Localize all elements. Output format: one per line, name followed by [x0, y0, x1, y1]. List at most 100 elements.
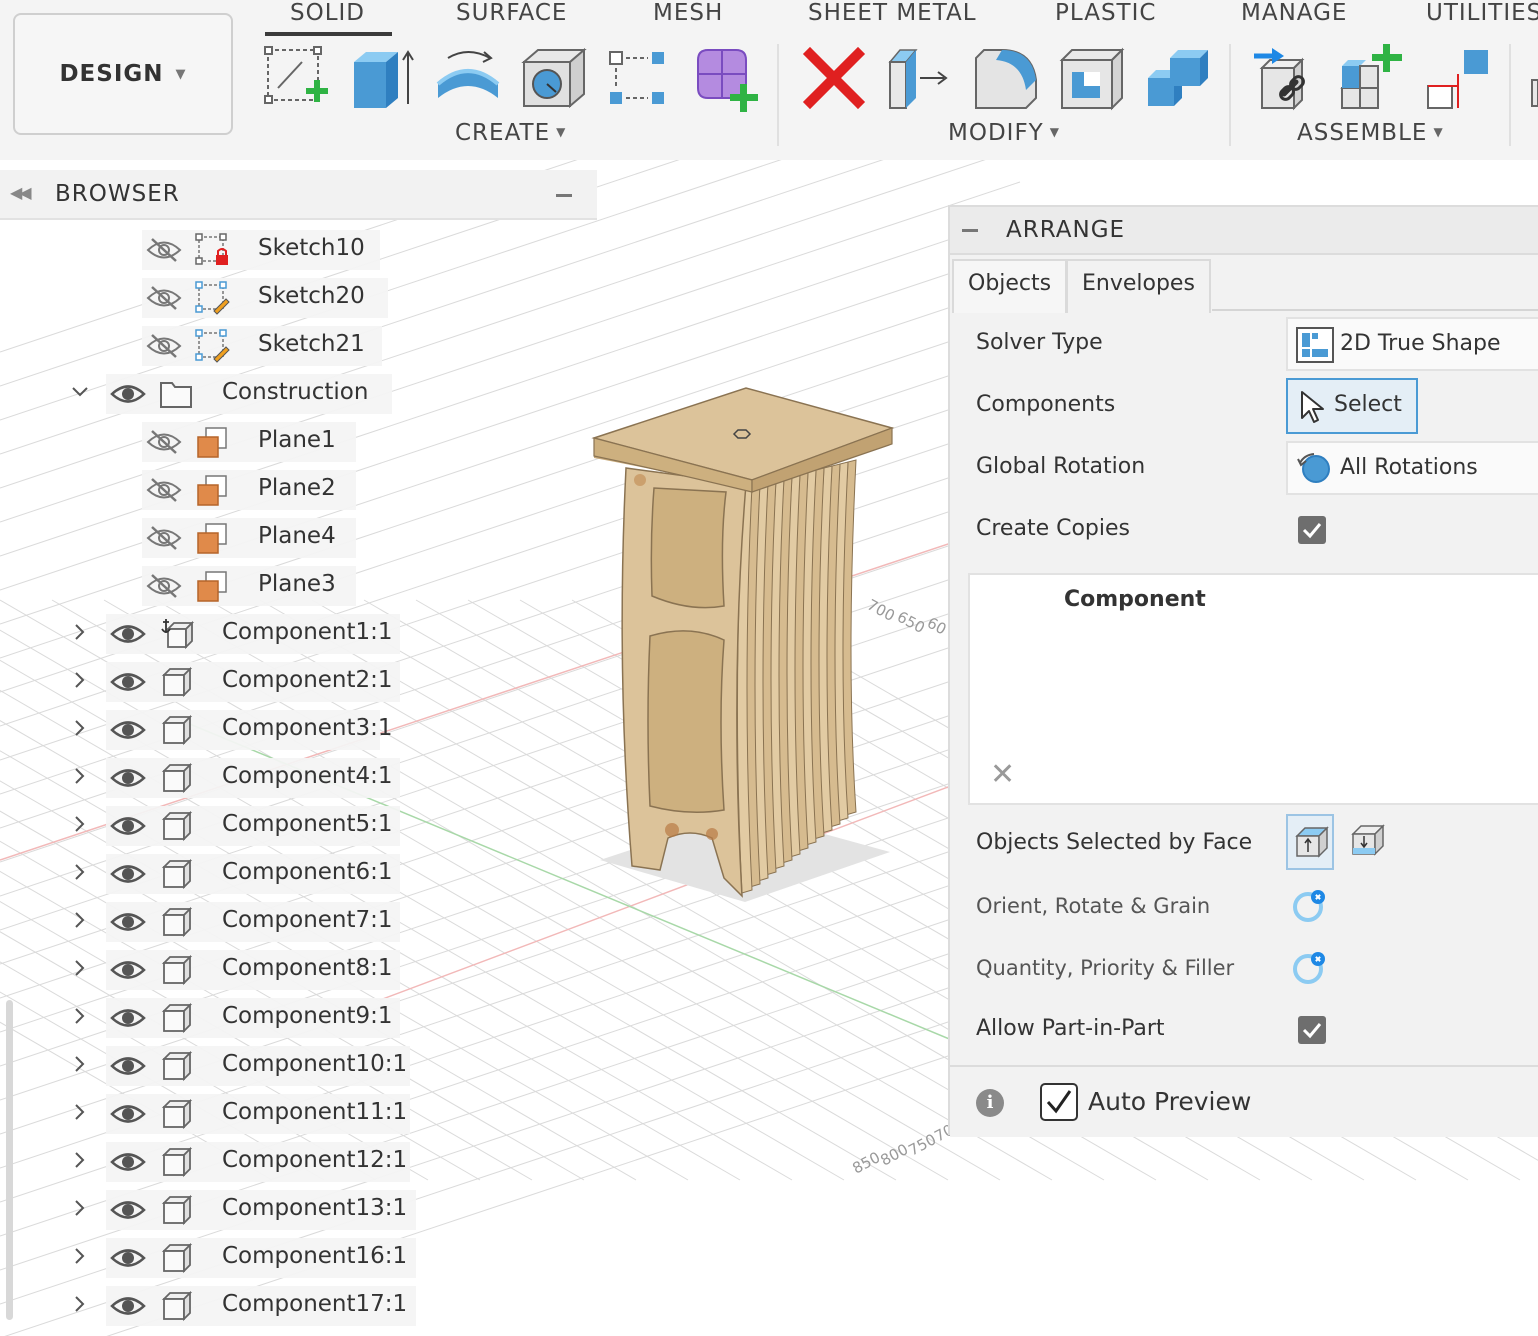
tab-sheet-metal[interactable]: SHEET METAL — [808, 0, 977, 30]
collapse-panel-icon[interactable]: ◀◀ — [10, 183, 32, 202]
combine-button[interactable] — [1144, 44, 1212, 112]
extrude-button[interactable] — [348, 44, 416, 112]
eye-icon[interactable] — [110, 1245, 146, 1271]
construct-button[interactable] — [1528, 44, 1538, 112]
browser-item[interactable]: Component9:1 — [0, 998, 597, 1038]
chevron-down-icon[interactable] — [70, 382, 90, 402]
eye-icon[interactable] — [110, 717, 146, 743]
browser-item[interactable]: Component10:1 — [0, 1046, 597, 1086]
chevron-right-icon[interactable] — [70, 1198, 90, 1218]
chevron-right-icon[interactable] — [70, 622, 90, 642]
component-list[interactable]: Component ✕ — [968, 573, 1538, 805]
browser-item[interactable]: Component3:1 — [0, 710, 597, 750]
browser-item[interactable]: Component11:1 — [0, 1094, 597, 1134]
chevron-right-icon[interactable] — [70, 910, 90, 930]
eye-icon[interactable] — [110, 621, 146, 647]
remove-icon[interactable]: ✕ — [990, 757, 1015, 792]
tab-objects[interactable]: Objects — [952, 259, 1068, 313]
modify-menu[interactable]: MODIFY ▼ — [948, 120, 1060, 146]
chevron-right-icon[interactable] — [70, 958, 90, 978]
info-icon[interactable]: i — [976, 1089, 1004, 1117]
browser-item[interactable]: Component8:1 — [0, 950, 597, 990]
allow-part-in-part-checkbox[interactable] — [1298, 1016, 1326, 1044]
delete-button[interactable] — [800, 44, 868, 112]
pattern-button[interactable] — [606, 44, 674, 112]
browser-item[interactable]: Sketch21 — [0, 326, 597, 366]
chevron-right-icon[interactable] — [70, 718, 90, 738]
eye-hidden-icon[interactable] — [146, 573, 182, 599]
browser-item[interactable]: Component6:1 — [0, 854, 597, 894]
select-components-button[interactable]: Select — [1286, 378, 1418, 434]
global-rotation-dropdown[interactable]: All Rotations — [1286, 441, 1538, 495]
tab-utilities[interactable]: UTILITIES — [1426, 0, 1538, 30]
browser-item[interactable]: Component5:1 — [0, 806, 597, 846]
assemble-menu[interactable]: ASSEMBLE ▼ — [1297, 120, 1444, 146]
eye-hidden-icon[interactable] — [146, 285, 182, 311]
auto-preview-checkbox[interactable] — [1040, 1083, 1078, 1121]
tab-plastic[interactable]: PLASTIC — [1055, 0, 1156, 30]
eye-hidden-icon[interactable] — [146, 333, 182, 359]
collapse-icon[interactable] — [962, 229, 978, 232]
create-form-button[interactable] — [692, 44, 760, 112]
refresh-icon[interactable] — [1290, 949, 1328, 987]
eye-icon[interactable] — [110, 381, 146, 407]
eye-icon[interactable] — [110, 765, 146, 791]
hole-button[interactable] — [520, 44, 588, 112]
chevron-right-icon[interactable] — [70, 814, 90, 834]
chevron-right-icon[interactable] — [70, 862, 90, 882]
create-menu[interactable]: CREATE ▼ — [455, 120, 566, 146]
eye-hidden-icon[interactable] — [146, 477, 182, 503]
chevron-right-icon[interactable] — [70, 1006, 90, 1026]
face-up-button[interactable] — [1286, 814, 1334, 870]
browser-item[interactable]: Component12:1 — [0, 1142, 597, 1182]
eye-icon[interactable] — [110, 909, 146, 935]
create-sketch-button[interactable] — [262, 44, 330, 112]
browser-scrollbar[interactable] — [6, 1000, 13, 1320]
tab-surface[interactable]: SURFACE — [456, 0, 567, 30]
eye-hidden-icon[interactable] — [146, 429, 182, 455]
browser-item[interactable]: Component2:1 — [0, 662, 597, 702]
browser-item[interactable]: Component13:1 — [0, 1190, 597, 1230]
fillet-button[interactable] — [972, 44, 1040, 112]
tab-solid[interactable]: SOLID — [264, 0, 393, 36]
browser-item[interactable]: Sketch10 — [0, 230, 597, 270]
browser-item[interactable]: Sketch20 — [0, 278, 597, 318]
tab-manage[interactable]: MANAGE — [1241, 0, 1347, 30]
rigid-group-button[interactable] — [1424, 44, 1492, 112]
eye-hidden-icon[interactable] — [146, 237, 182, 263]
chevron-right-icon[interactable] — [70, 1102, 90, 1122]
browser-item[interactable]: Component4:1 — [0, 758, 597, 798]
chevron-right-icon[interactable] — [70, 670, 90, 690]
eye-icon[interactable] — [110, 1005, 146, 1031]
browser-item[interactable]: Component1:1 — [0, 614, 597, 654]
shell-button[interactable] — [1058, 44, 1126, 112]
eye-icon[interactable] — [110, 1053, 146, 1079]
browser-item[interactable]: Component17:1 — [0, 1286, 597, 1326]
solver-type-dropdown[interactable]: 2D True Shape — [1286, 317, 1538, 371]
chevron-right-icon[interactable] — [70, 1054, 90, 1074]
revolve-button[interactable] — [434, 44, 502, 112]
eye-icon[interactable] — [110, 1101, 146, 1127]
eye-hidden-icon[interactable] — [146, 525, 182, 551]
browser-item[interactable]: Plane2 — [0, 470, 597, 510]
browser-item[interactable]: Plane1 — [0, 422, 597, 462]
create-copies-checkbox[interactable] — [1298, 516, 1326, 544]
workspace-switcher[interactable]: DESIGN ▼ — [13, 13, 233, 135]
insert-component-button[interactable] — [1338, 44, 1406, 112]
chevron-right-icon[interactable] — [70, 1294, 90, 1314]
tab-envelopes[interactable]: Envelopes — [1066, 259, 1211, 313]
refresh-icon[interactable] — [1290, 887, 1328, 925]
press-pull-button[interactable] — [886, 44, 954, 112]
eye-icon[interactable] — [110, 813, 146, 839]
browser-item[interactable]: Plane4 — [0, 518, 597, 558]
new-component-button[interactable] — [1252, 44, 1320, 112]
tab-mesh[interactable]: MESH — [653, 0, 723, 30]
browser-item[interactable]: Component7:1 — [0, 902, 597, 942]
browser-item[interactable]: Plane3 — [0, 566, 597, 606]
eye-icon[interactable] — [110, 1149, 146, 1175]
eye-icon[interactable] — [110, 1197, 146, 1223]
eye-icon[interactable] — [110, 957, 146, 983]
face-down-button[interactable] — [1344, 814, 1392, 870]
minimize-icon[interactable] — [556, 194, 572, 197]
chevron-right-icon[interactable] — [70, 1150, 90, 1170]
